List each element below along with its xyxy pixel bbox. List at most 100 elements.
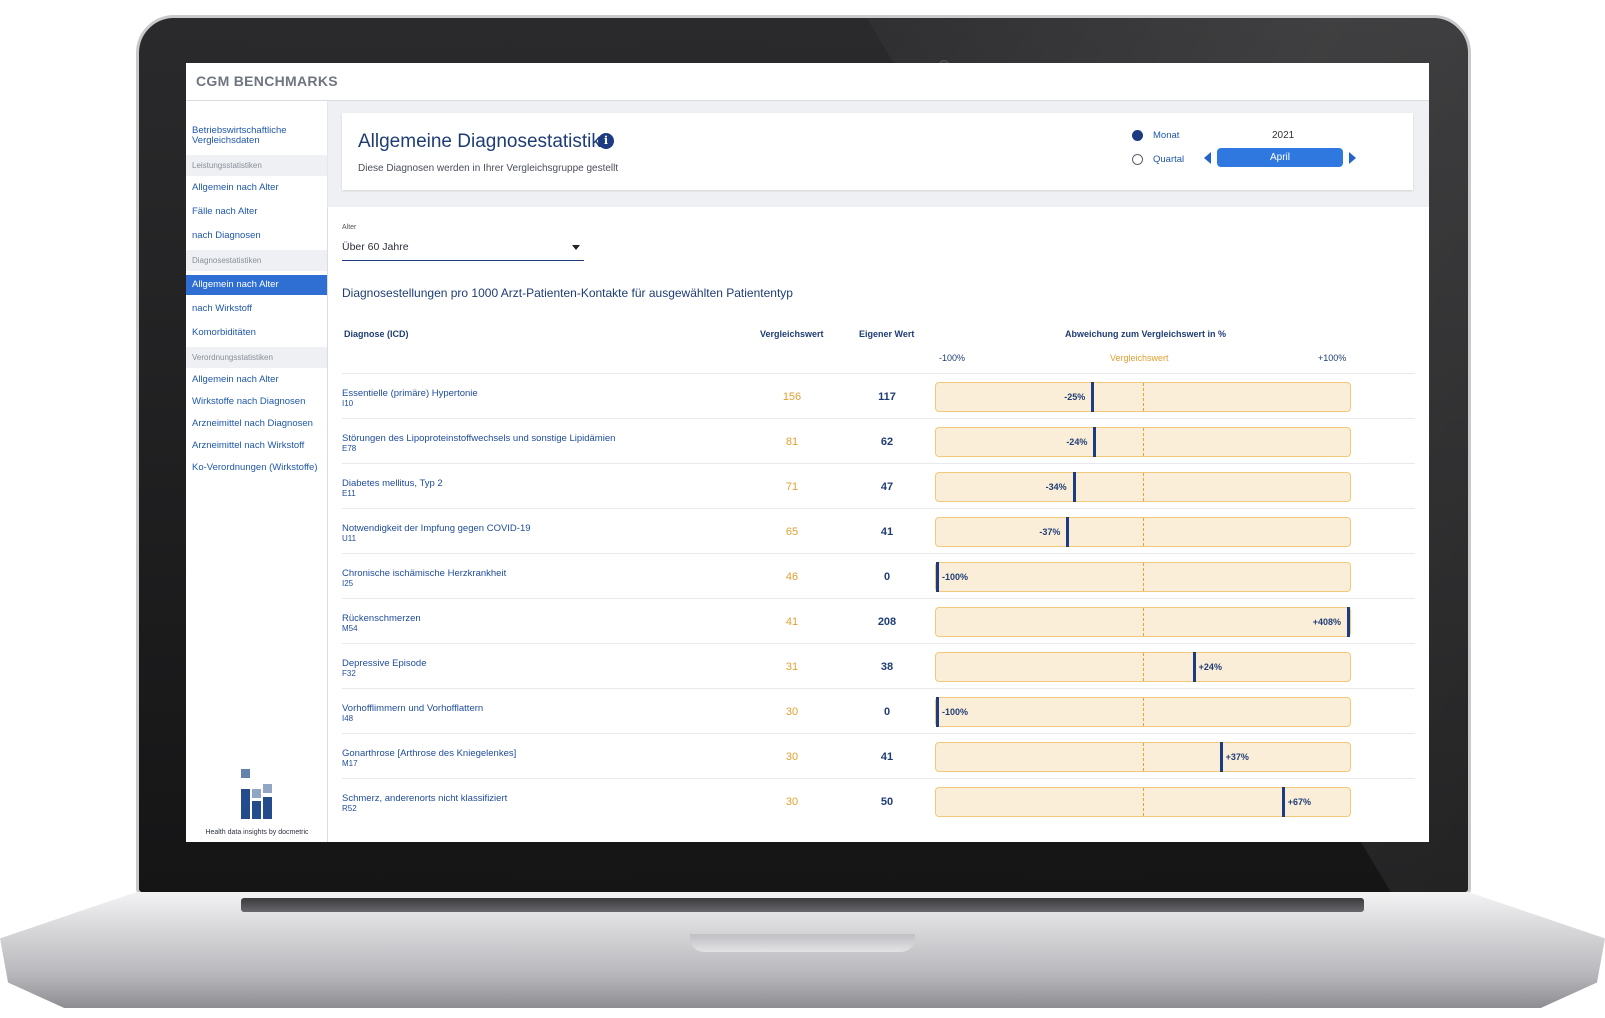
sidebar-item-ko-verordnungen[interactable]: Ko-Verordnungen (Wirkstoffe) — [186, 460, 327, 476]
reference-line — [1143, 563, 1144, 591]
diagnosis-name: Gonarthrose [Arthrose des Kniegelenkes] — [342, 748, 517, 759]
sidebar-section-title: Leistungsstatistiken — [186, 155, 327, 176]
own-value: 117 — [878, 391, 896, 403]
info-icon[interactable]: i — [598, 133, 614, 149]
sidebar-item-leistung-allgemein[interactable]: Allgemein nach Alter — [186, 180, 327, 196]
page-title: Allgemeine Diagnosestatistik — [358, 131, 601, 152]
diagnosis-code: U11 — [342, 534, 357, 543]
table-row[interactable]: Störungen des Lipoproteinstoffwechsels u… — [342, 418, 1415, 463]
sidebar-item-leistung-diagnosen[interactable]: nach Diagnosen — [186, 228, 327, 244]
deviation-bar: +24% — [935, 652, 1351, 682]
own-value: 50 — [880, 796, 894, 808]
own-value: 208 — [877, 616, 897, 628]
deviation-label: +67% — [1287, 797, 1311, 807]
reference-line — [1143, 653, 1144, 681]
own-value-marker — [1091, 382, 1095, 412]
reference-line — [1143, 383, 1144, 411]
column-header-deviation: Abweichung zum Vergleichswert in % — [1065, 329, 1227, 339]
diagnosis-code: F32 — [342, 669, 356, 678]
radio-empty-icon[interactable] — [1132, 154, 1143, 165]
scale-min: -100% — [939, 353, 966, 363]
radio-monat[interactable]: Monat — [1132, 130, 1179, 141]
sidebar-item-arzneimittel-wirkstoff[interactable]: Arzneimittel nach Wirkstoff — [186, 438, 327, 454]
table-row[interactable]: Chronische ischämische Herzkrankheit I25… — [342, 553, 1415, 598]
content-card: Alter Über 60 Jahre Diagnosestellungen p… — [328, 207, 1429, 842]
own-value-marker — [1281, 787, 1285, 817]
diagnosis-name: Schmerz, anderenorts nicht klassifiziert — [342, 793, 508, 804]
table-row[interactable]: Schmerz, anderenorts nicht klassifiziert… — [342, 778, 1415, 823]
reference-value: 30 — [785, 751, 799, 763]
table-row[interactable]: Rückenschmerzen M54 41 208 +408% — [342, 598, 1415, 643]
diagnosis-name: Störungen des Lipoproteinstoffwechsels u… — [342, 433, 616, 444]
own-value: 0 — [883, 706, 891, 718]
table-row[interactable]: Gonarthrose [Arthrose des Kniegelenkes] … — [342, 733, 1415, 778]
reference-line — [1143, 608, 1144, 636]
sidebar-item-wirkstoffe-diagnosen[interactable]: Wirkstoffe nach Diagnosen — [186, 394, 327, 410]
app-brand: CGM BENCHMARKS — [196, 73, 338, 89]
sidebar-item-arzneimittel-diagnosen[interactable]: Arzneimittel nach Diagnosen — [186, 416, 327, 432]
deviation-label: +37% — [1225, 752, 1249, 762]
chevron-left-icon[interactable] — [1204, 151, 1211, 164]
table-row[interactable]: Depressive Episode F32 31 38 +24% — [342, 643, 1415, 688]
column-header-reference: Vergleichswert — [760, 329, 824, 339]
reference-line — [1143, 428, 1144, 456]
sidebar-item-verordnung-allgemein[interactable]: Allgemein nach Alter — [186, 372, 327, 388]
sidebar-item-leistung-faelle[interactable]: Fälle nach Alter — [186, 204, 327, 220]
age-select[interactable]: Über 60 Jahre — [342, 237, 584, 261]
reference-value: 41 — [785, 616, 799, 628]
table-row[interactable]: Diabetes mellitus, Typ 2 E11 71 47 -34% — [342, 463, 1415, 508]
reference-line — [1143, 473, 1144, 501]
reference-line — [1143, 518, 1144, 546]
sidebar-item-diagnose-allgemein[interactable]: Allgemein nach Alter — [186, 275, 327, 295]
own-value: 41 — [880, 751, 894, 763]
chevron-down-icon — [572, 245, 580, 250]
deviation-label: -25% — [1064, 392, 1086, 402]
diagnosis-name: Rückenschmerzen — [342, 613, 421, 624]
own-value: 41 — [880, 526, 894, 538]
deviation-bar: -34% — [935, 472, 1351, 502]
reference-value: 30 — [785, 706, 799, 718]
deviation-bar: +408% — [935, 607, 1351, 637]
sidebar-item-betriebswirtschaftliche[interactable]: Betriebswirtschaftliche Vergleichsdaten — [186, 123, 327, 149]
page-subtitle: Diese Diagnosen werden in Ihrer Vergleic… — [358, 163, 619, 174]
top-bar: CGM BENCHMARKS — [186, 63, 1429, 101]
diagnosis-code: I48 — [342, 714, 354, 723]
own-value-marker — [1347, 607, 1350, 637]
month-select[interactable]: April — [1217, 148, 1343, 167]
diagnosis-name: Vorhofflimmern und Vorhofflattern — [342, 703, 484, 714]
deviation-bar: +37% — [935, 742, 1351, 772]
age-filter-label: Alter — [342, 224, 357, 231]
table-row[interactable]: Notwendigkeit der Impfung gegen COVID-19… — [342, 508, 1415, 553]
own-value: 0 — [883, 571, 891, 583]
sidebar-item-diagnose-wirkstoff[interactable]: nach Wirkstoff — [186, 301, 327, 317]
radio-selected-icon[interactable] — [1132, 130, 1143, 141]
diagnosis-name: Diabetes mellitus, Typ 2 — [342, 478, 443, 489]
table-row[interactable]: Essentielle (primäre) Hypertonie I10 156… — [342, 373, 1415, 418]
main-content: Allgemeine Diagnosestatistik i Diese Dia… — [328, 101, 1429, 842]
header-card: Allgemeine Diagnosestatistik i Diese Dia… — [342, 113, 1413, 190]
radio-label-monat: Monat — [1153, 130, 1180, 141]
scale-mid: Vergleichswert — [1110, 353, 1169, 363]
deviation-label: -100% — [942, 572, 969, 582]
table-row[interactable]: Vorhofflimmern und Vorhofflattern I48 30… — [342, 688, 1415, 733]
docmetric-logo-icon — [237, 769, 277, 823]
logo-caption: Health data insights by docmetric — [205, 829, 309, 836]
logo-area: Health data insights by docmetric — [186, 769, 328, 836]
own-value-marker — [1192, 652, 1196, 682]
table-body: Essentielle (primäre) Hypertonie I10 156… — [342, 373, 1415, 823]
radio-quartal[interactable]: Quartal — [1132, 154, 1184, 165]
own-value: 62 — [880, 436, 894, 448]
reference-line — [1143, 743, 1144, 771]
deviation-label: +24% — [1198, 662, 1222, 672]
diagnosis-code: M54 — [342, 624, 358, 633]
app-screen: CGM BENCHMARKS Betriebswirtschaftliche V… — [186, 63, 1429, 842]
diagnosis-code: I25 — [342, 579, 354, 588]
chevron-right-icon[interactable] — [1349, 151, 1356, 164]
diagnosis-code: I10 — [342, 399, 354, 408]
deviation-label: -100% — [942, 707, 969, 717]
reference-value: 156 — [782, 391, 802, 403]
deviation-bar: -24% — [935, 427, 1351, 457]
sidebar-item-komorbiditaeten[interactable]: Komorbiditäten — [186, 325, 327, 341]
diagnosis-name: Notwendigkeit der Impfung gegen COVID-19 — [342, 523, 531, 534]
column-header-own: Eigener Wert — [859, 329, 915, 339]
